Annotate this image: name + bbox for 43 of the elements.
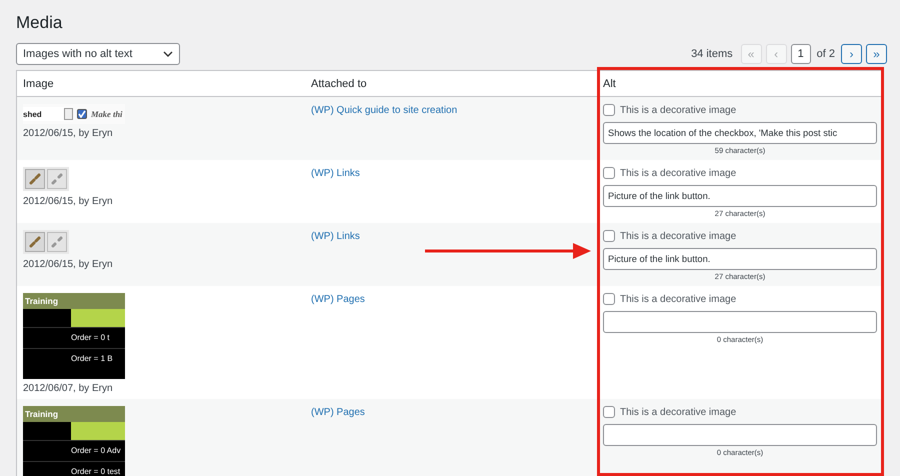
checkbox-label: This is a decorative image xyxy=(620,104,736,116)
page-button[interactable]: › xyxy=(841,44,862,64)
checkbox-label: This is a decorative image xyxy=(620,294,736,304)
page-total: of 2 xyxy=(816,48,835,60)
page-field[interactable]: 1 xyxy=(790,44,811,64)
column-header: Alt xyxy=(602,78,617,90)
column-header: Image xyxy=(22,78,55,90)
link-icon xyxy=(25,232,45,252)
checkbox-label: Make thi xyxy=(91,109,122,119)
page-button[interactable]: » xyxy=(866,44,887,64)
menu-tab-bar xyxy=(71,422,125,440)
attached-link[interactable]: (WP) Pages xyxy=(311,407,365,418)
upload-date: 2012/06/07, by Eryn xyxy=(23,383,114,394)
menu-heading: Training xyxy=(23,293,125,309)
checkbox[interactable] xyxy=(603,406,615,418)
checkbox[interactable] xyxy=(603,167,615,179)
menu-tab-bar xyxy=(71,309,125,327)
checkbox[interactable] xyxy=(603,104,615,116)
link-icon xyxy=(25,169,45,189)
checkbox[interactable] xyxy=(603,230,615,242)
alt-text-field[interactable]: Picture of the link button. xyxy=(603,248,877,270)
checkbox-label: This is a decorative image xyxy=(620,168,736,178)
checkbox-label: This is a decorative image xyxy=(620,406,736,418)
attached-link[interactable]: (WP) Quick guide to site creation xyxy=(311,105,458,116)
checkbox[interactable] xyxy=(603,293,615,305)
attached-link[interactable]: (WP) Pages xyxy=(311,294,365,305)
checkbox-label: This is a decorative image xyxy=(620,230,736,242)
upload-date: 2012/06/15, by Eryn xyxy=(23,259,114,270)
upload-date: 2012/06/15, by Eryn xyxy=(23,196,114,207)
attached-link[interactable]: (WP) Links xyxy=(311,231,360,242)
chevron-down-icon xyxy=(163,51,173,57)
upload-date: 2012/06/15, by Eryn xyxy=(23,128,114,139)
filter-dropdown[interactable]: Images with no alt text xyxy=(16,43,180,65)
column-header: Attached to xyxy=(310,78,368,90)
alt-text-field[interactable] xyxy=(603,311,877,333)
attached-link[interactable]: (WP) Links xyxy=(311,168,360,179)
page-title: Media xyxy=(16,12,64,34)
menu-heading: Training xyxy=(23,406,125,422)
dropdown-text: shed xyxy=(23,110,42,118)
item-count: 34 items xyxy=(691,48,733,60)
alt-text-field[interactable] xyxy=(603,424,877,446)
alt-text-field[interactable]: Picture of the link button. xyxy=(603,185,877,207)
alt-text-field[interactable]: Shows the location of the checkbox, 'Make this post stic xyxy=(603,122,877,144)
